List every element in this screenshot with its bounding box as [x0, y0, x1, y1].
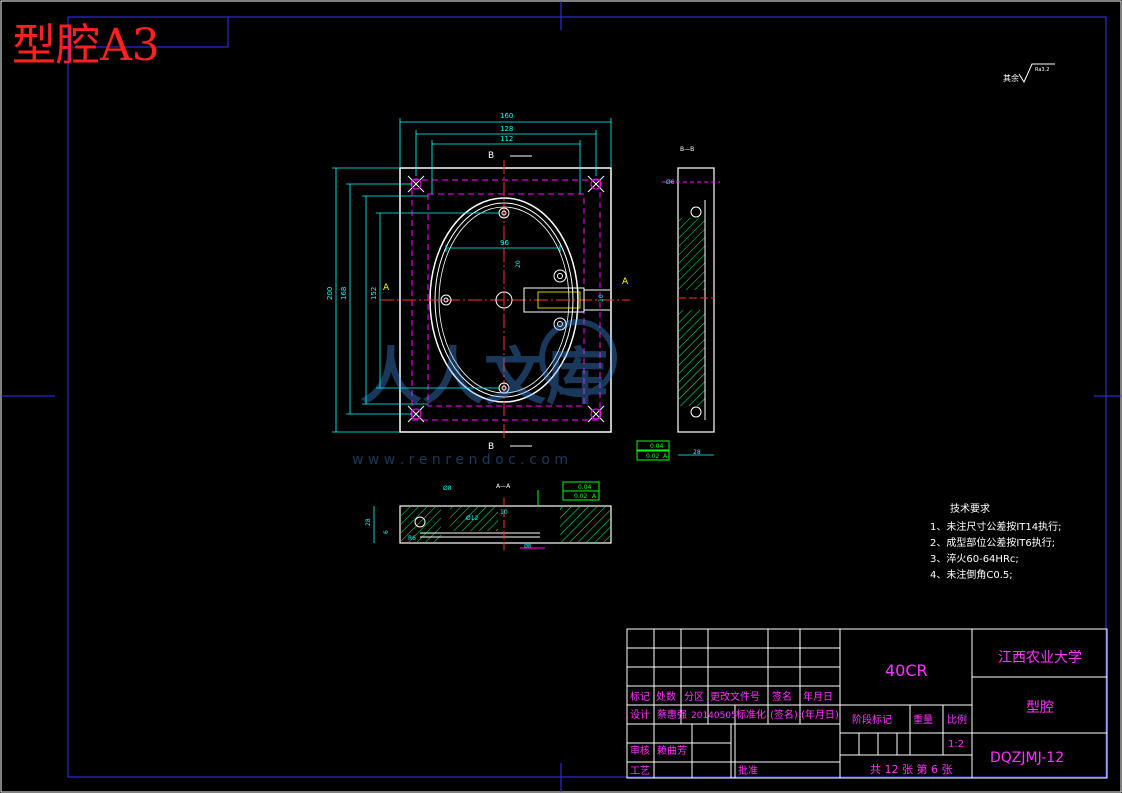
section-aa-label: A—A — [496, 483, 511, 490]
tech-requirements-heading: 技术要求 — [950, 502, 990, 515]
side-tolerance-2-ref: A — [663, 453, 668, 460]
tech-requirement-item: 1、未注尺寸公差按IT14执行; — [930, 520, 1062, 533]
section-aa-view: A—A Ø8 Ø12 10 28 6 R6 Ø8 0.04 0.02 A — [365, 481, 612, 550]
dim-128: 128 — [500, 125, 513, 133]
section-b-bottom: B — [488, 442, 494, 452]
section-b-top: B — [488, 151, 494, 161]
aa-dim-6: 6 — [383, 530, 390, 534]
dim-96: 96 — [500, 239, 509, 247]
dim-152: 152 — [370, 287, 378, 300]
tech-requirement-item: 3、淬火60-64HRc; — [930, 552, 1019, 565]
school-name: 江西农业大学 — [998, 650, 1082, 666]
section-a-right: A — [622, 277, 629, 287]
scale-label: 比例 — [947, 713, 967, 726]
side-view-label: B—B — [680, 146, 694, 153]
aa-dim-10: 10 — [500, 509, 508, 516]
dim-10: 10 — [598, 294, 605, 302]
aa-dim-8: Ø8 — [443, 485, 452, 492]
row-header-count: 处数 — [656, 690, 676, 703]
design-date: 20140505 — [691, 711, 737, 721]
aa-tolerance-1-value: 0.04 — [578, 484, 592, 491]
aa-dim-68: Ø8 — [524, 543, 531, 550]
designer-name: 蔡惠强 — [657, 708, 687, 721]
date-label: (年月日) — [801, 708, 839, 721]
aa-tolerance-2-value: 0.02 — [574, 493, 588, 500]
title-block-text: 40CR 江西农业大学 型腔 DQZJMJ-12 标记 处数 分区 更改文件号 … — [630, 650, 1082, 777]
material-label: 40CR — [885, 661, 928, 680]
scale-value: 1:2 — [948, 739, 964, 750]
cad-drawing: 型腔A3 其余 Ra3.2 160 128 112 96 200 168 152… — [0, 0, 1122, 793]
watermark-text: 人人文库 — [360, 340, 608, 413]
tech-requirement-item: 2、成型部位公差按IT6执行; — [930, 536, 1055, 549]
dim-160: 160 — [500, 112, 513, 120]
dim-168: 168 — [340, 287, 348, 300]
design-label: 设计 — [630, 708, 650, 721]
reviewer-name: 赖曲芳 — [657, 744, 687, 757]
dim-20: 20 — [515, 260, 522, 268]
side-tolerance-2-value: 0.02 — [646, 453, 660, 460]
signature-label: (签名) — [770, 708, 798, 721]
row-header-zone: 分区 — [684, 691, 704, 703]
row-header-mark: 标记 — [630, 691, 650, 703]
dim-112: 112 — [500, 135, 513, 143]
side-dim-6: Ø6 — [666, 179, 675, 186]
watermark-url: w w w . r e n r e n d o c . c o m — [352, 452, 568, 468]
row-header-change-doc: 更改文件号 — [710, 690, 760, 703]
weight-label: 重量 — [913, 713, 933, 726]
sheet-info: 共 12 张 第 6 张 — [870, 762, 952, 776]
tech-requirement-item: 4、未注倒角C0.5; — [930, 568, 1013, 581]
side-tolerance-1-value: 0.04 — [650, 443, 664, 450]
aa-dim-28: 28 — [365, 518, 372, 526]
technical-requirements: 技术要求 1、未注尺寸公差按IT14执行; 2、成型部位公差按IT6执行; 3、… — [930, 502, 1062, 581]
surface-roughness-prefix: 其余 — [1003, 73, 1019, 83]
aa-dim-r6: R6 — [408, 535, 416, 542]
row-header-signature: 签名 — [772, 690, 792, 703]
drawing-title: 型腔A3 — [12, 20, 160, 71]
standardize-label: 标准化 — [736, 708, 766, 721]
process-label: 工艺 — [630, 765, 650, 777]
review-label: 审核 — [630, 744, 650, 757]
aa-tolerance-2-ref: A — [592, 493, 597, 500]
side-view-bb: B—B Ø6 28 0.04 0.02 A — [636, 146, 720, 461]
part-name: 型腔 — [1026, 700, 1054, 716]
aa-dim-12: Ø12 — [466, 515, 479, 522]
section-a-left: A — [383, 283, 390, 293]
side-dim-28: 28 — [693, 449, 701, 456]
surface-roughness-note: 其余 Ra3.2 — [1003, 63, 1055, 84]
row-header-date: 年月日 — [803, 690, 833, 703]
surface-roughness-value: Ra3.2 — [1035, 67, 1049, 73]
side-hatch-upper — [679, 218, 705, 290]
drawing-number: DQZJMJ-12 — [990, 750, 1064, 766]
stage-mark-label: 阶段标记 — [852, 713, 892, 726]
dim-200: 200 — [326, 287, 334, 300]
watermark: 人人文库 w w w . r e n r e n d o c . c o m — [352, 319, 617, 468]
side-hatch-lower — [679, 310, 705, 406]
approve-label: 批准 — [738, 764, 758, 777]
